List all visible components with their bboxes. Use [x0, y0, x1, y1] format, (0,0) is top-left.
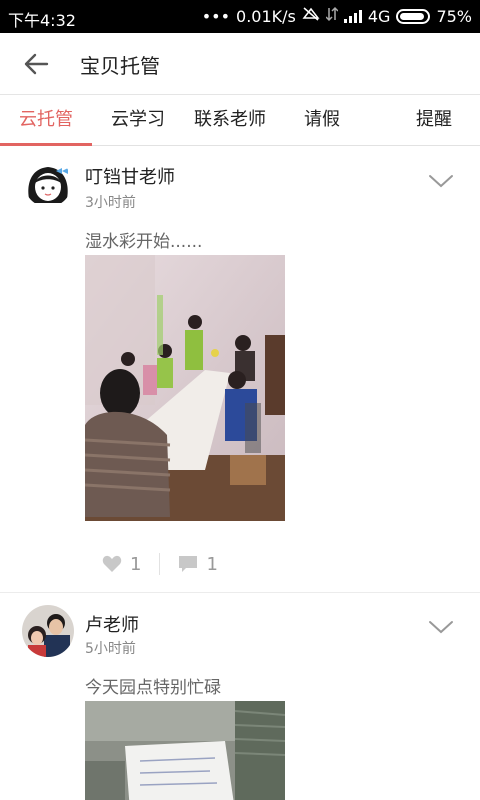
girl-avatar-icon — [24, 159, 72, 207]
page-title: 宝贝托管 — [80, 54, 160, 78]
feed-list: 叮铛甘老师 3小时前 湿水彩开始...... 1 1 卢老师 5小时前 今天园点… — [0, 147, 480, 800]
post-author[interactable]: 叮铛甘老师 — [85, 163, 175, 189]
status-dots: ••• — [201, 6, 231, 26]
comment-count: 1 — [206, 553, 218, 575]
mute-icon — [302, 6, 320, 26]
feed-post: 叮铛甘老师 3小时前 湿水彩开始...... 1 1 — [0, 147, 480, 592]
post-time: 5小时前 — [85, 641, 136, 657]
data-transfer-icon — [325, 6, 339, 26]
signal-icon — [343, 9, 362, 23]
app-header: 宝贝托管 — [0, 33, 480, 95]
battery-percent: 75% — [436, 6, 472, 26]
post-photo[interactable] — [85, 701, 285, 800]
tab-bar: 云托管 云学习 联系老师 请假 提醒 — [0, 96, 480, 146]
post-actions: 1 1 — [102, 550, 218, 578]
tab-reminder[interactable]: 提醒 — [368, 96, 480, 145]
post-time: 3小时前 — [85, 195, 136, 211]
heart-icon[interactable] — [102, 555, 122, 573]
post-photo[interactable] — [85, 255, 285, 521]
post-author[interactable]: 卢老师 — [85, 611, 139, 637]
network-speed: 0.01K/s — [236, 6, 296, 26]
status-bar: 下午4:32 ••• 0.01K/s 4G 75% — [0, 0, 480, 33]
couple-avatar-icon — [22, 605, 74, 657]
back-arrow-icon — [24, 53, 49, 75]
status-indicators: ••• 0.01K/s 4G 75% — [202, 6, 472, 26]
tab-leave[interactable]: 请假 — [276, 96, 368, 145]
tab-cloud-learning[interactable]: 云学习 — [92, 96, 184, 145]
like-count: 1 — [130, 553, 142, 575]
battery-icon — [396, 8, 431, 24]
action-divider — [159, 553, 161, 575]
post-text: 今天园点特别忙碌 — [85, 678, 221, 698]
chevron-down-icon[interactable] — [428, 619, 454, 635]
tab-cloud-care[interactable]: 云托管 — [0, 96, 92, 146]
feed-post: 卢老师 5小时前 今天园点特别忙碌 — [0, 592, 480, 800]
tab-contact-teacher[interactable]: 联系老师 — [184, 96, 276, 145]
avatar[interactable] — [22, 605, 74, 657]
avatar[interactable] — [24, 159, 72, 207]
post-text: 湿水彩开始...... — [85, 232, 203, 252]
comment-icon[interactable] — [178, 555, 198, 573]
network-type: 4G — [367, 6, 391, 26]
back-button[interactable] — [18, 47, 54, 81]
chevron-down-icon[interactable] — [428, 173, 454, 189]
status-time: 下午4:32 — [8, 11, 76, 30]
